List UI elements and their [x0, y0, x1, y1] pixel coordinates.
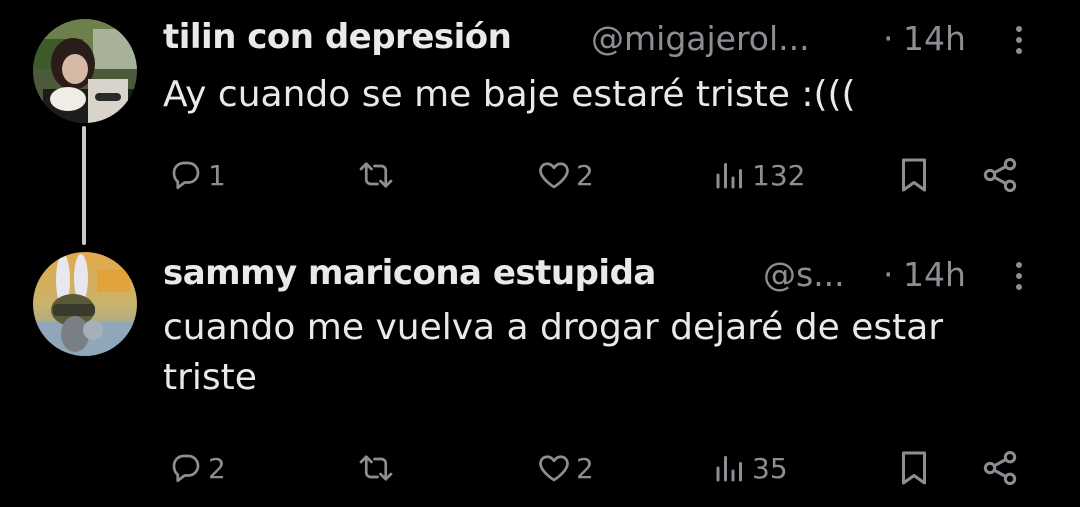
handle[interactable]: @s... — [763, 255, 845, 294]
bookmark-button[interactable] — [896, 150, 932, 200]
share-button[interactable] — [980, 150, 1020, 200]
views-icon — [716, 456, 742, 482]
avatar[interactable] — [33, 19, 137, 123]
action-bar: 2 2 35 — [0, 443, 1080, 493]
views-button[interactable]: 35 — [712, 443, 788, 493]
avatar-image — [33, 19, 137, 123]
reply-count: 1 — [208, 158, 226, 192]
repost-icon — [359, 162, 393, 188]
bookmark-icon — [902, 158, 926, 192]
tweet-text: Ay cuando se me baje estaré triste :((( — [163, 74, 856, 115]
bookmark-button[interactable] — [896, 443, 932, 493]
like-count: 2 — [576, 158, 594, 192]
separator-dot: · — [883, 19, 894, 58]
tweet[interactable]: tilin con depresión @migajerol... · 14h … — [0, 0, 1080, 245]
separator-dot: · — [883, 255, 894, 294]
repost-button[interactable] — [356, 150, 400, 200]
tweet-header: sammy maricona estupida @s... · 14h — [163, 251, 1080, 297]
share-icon — [983, 158, 1017, 192]
reply-button[interactable]: 1 — [168, 150, 226, 200]
share-icon — [983, 451, 1017, 485]
avatar-image — [33, 252, 137, 356]
tweet[interactable]: sammy maricona estupida @s... · 14h cuan… — [0, 245, 1080, 507]
reply-icon — [172, 454, 200, 483]
like-count: 2 — [576, 451, 594, 485]
like-button[interactable]: 2 — [536, 443, 594, 493]
heart-icon — [539, 162, 569, 189]
tweet-header: tilin con depresión @migajerol... · 14h — [163, 15, 1080, 61]
bookmark-icon — [902, 451, 926, 485]
avatar[interactable] — [33, 252, 137, 356]
views-icon — [716, 163, 742, 189]
more-vertical-icon[interactable] — [1014, 25, 1024, 55]
reply-button[interactable]: 2 — [168, 443, 226, 493]
timestamp[interactable]: 14h — [903, 255, 966, 294]
share-button[interactable] — [980, 443, 1020, 493]
timestamp[interactable]: 14h — [903, 19, 966, 58]
reply-icon — [172, 161, 200, 190]
handle[interactable]: @migajerol... — [591, 19, 810, 58]
views-count: 35 — [752, 451, 788, 485]
action-bar: 1 2 132 — [0, 150, 1080, 200]
repost-icon — [359, 455, 393, 481]
like-button[interactable]: 2 — [536, 150, 594, 200]
more-vertical-icon[interactable] — [1014, 261, 1024, 291]
views-button[interactable]: 132 — [712, 150, 805, 200]
tweet-text: cuando me vuelva a drogar dejaré de esta… — [163, 307, 944, 398]
heart-icon — [539, 455, 569, 482]
repost-button[interactable] — [356, 443, 400, 493]
views-count: 132 — [752, 158, 806, 192]
display-name[interactable]: tilin con depresión — [163, 17, 512, 57]
display-name[interactable]: sammy maricona estupida — [163, 253, 656, 293]
reply-count: 2 — [208, 451, 226, 485]
